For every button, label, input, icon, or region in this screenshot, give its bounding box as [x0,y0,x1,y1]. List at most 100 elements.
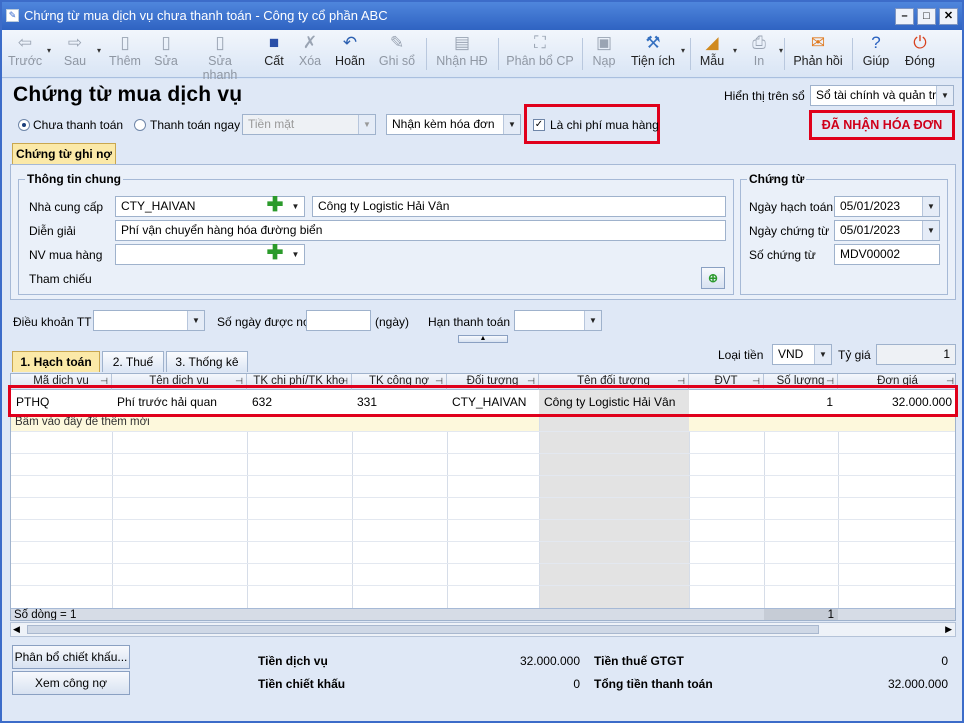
add-supplier-icon[interactable]: ✚ [266,195,284,215]
credit-days-label: Số ngày được nợ [217,315,311,329]
allocate-icon: ⛶ [534,33,546,52]
utilities-button[interactable]: ⚒ Tiện ích ▾ [630,32,685,76]
help-button[interactable]: ? Giúp [858,32,894,76]
days-unit-label: (ngày) [375,315,410,329]
add-button[interactable]: ▯ Thêm [108,32,142,76]
tab-statistics[interactable]: 3. Thống kê [166,351,248,372]
scroll-left-icon[interactable]: ◀ [13,623,20,636]
invoice-mode-select[interactable]: Nhận kèm hóa đơn ▼ [386,114,521,135]
total-value: 32.000.000 [887,677,948,691]
quick-edit-icon: ▯ [215,33,225,52]
print-button[interactable]: ⎙ In ▾ [744,32,783,76]
purchase-cost-checkbox[interactable]: ✓ [533,119,545,131]
description-input[interactable]: Phí vận chuyển hàng hóa đường biển [115,220,726,241]
post-date-input[interactable]: 05/01/2023 ▼ [834,196,940,217]
pay-now-radio[interactable] [134,119,146,131]
invoice-status-badge: ĐÃ NHẬN HÓA ĐƠN [821,118,943,132]
doc-date-label: Ngày chứng từ [749,224,830,238]
undo-button[interactable]: ↶ Hoãn [332,32,368,76]
display-on-book-label: Hiển thị trên sổ [724,89,805,103]
minimize-button[interactable]: – [895,8,914,25]
chevron-down-icon[interactable]: ▼ [287,197,304,216]
readonly-column-shade [539,390,689,608]
due-date-label: Hạn thanh toán [428,315,511,329]
load-button[interactable]: ▣ Nạp [588,32,620,76]
reference-search-button[interactable]: ⊕ [701,267,725,289]
toolbar-separator [690,38,691,70]
add-row-extension [689,415,955,431]
footer-qty-total: 1 [827,609,834,621]
chevron-up-icon: ▲ [479,335,487,342]
chart-template-icon: ◢ [705,33,719,52]
chevron-down-icon[interactable]: ▼ [584,311,601,330]
chevron-down-icon[interactable]: ▼ [503,115,520,134]
undo-icon: ↶ [342,33,358,52]
next-button[interactable]: ⇨ Sau ▾ [58,32,101,76]
payment-terms-select[interactable]: ▼ [93,310,205,331]
prev-button[interactable]: ⇦ Trước ▾ [8,32,51,76]
feedback-button[interactable]: ✉ Phản hồi [790,32,846,76]
view-debt-button[interactable]: Xem công nợ [12,671,130,695]
tab-accounting[interactable]: 1. Hạch toán [12,351,100,372]
edit-doc-icon: ▯ [161,33,171,52]
row-divider [11,497,955,498]
tab-voucher[interactable]: Chứng từ ghi nợ [12,143,116,164]
row-count: Số dòng = 1 [14,609,77,621]
payment-method-select[interactable]: Tiền mặt ▼ [242,114,376,135]
template-button[interactable]: ◢ Mẫu ▾ [696,32,737,76]
discount-label: Tiền chiết khấu [258,677,346,691]
quick-edit-button[interactable]: ▯ Sửa nhanh [190,32,250,82]
edit-button[interactable]: ▯ Sửa [150,32,182,76]
delete-button[interactable]: ✗ Xóa [294,32,326,76]
chevron-down-icon[interactable]: ▼ [936,86,953,105]
scrollbar-thumb[interactable] [27,625,819,634]
app-icon: ✎ [6,9,19,22]
close-window-button[interactable]: ✕ [939,8,958,25]
add-buyer-icon[interactable]: ✚ [266,243,284,263]
toolbar-separator [498,38,499,70]
credit-days-input[interactable] [306,310,371,331]
exchange-rate-input[interactable]: 1 [876,344,956,365]
total-label: Tổng tiền thanh toán [594,677,713,691]
doc-no-input[interactable]: MDV00002 [834,244,940,265]
description-label: Diễn giải [29,224,76,238]
chevron-down-icon[interactable]: ▼ [287,245,304,264]
tools-icon: ⚒ [645,33,661,52]
doc-date-input[interactable]: 05/01/2023 ▼ [834,220,940,241]
vat-value: 0 [941,654,948,668]
allocate-discount-button[interactable]: Phân bổ chiết khấu... [12,645,130,669]
close-button[interactable]: ⏻ Đóng [900,32,940,76]
allocate-cost-button[interactable]: ⛶ Phân bổ CP [506,32,574,76]
post-button[interactable]: ✎ Ghi sổ [376,32,418,76]
window: ✎ Chứng từ mua dịch vụ chưa thanh toán -… [0,0,964,723]
horizontal-scrollbar[interactable]: ◀ ▶ [10,622,956,637]
tab-tax[interactable]: 2. Thuế [102,351,164,372]
toolbar: ⇦ Trước ▾ ⇨ Sau ▾ ▯ Thêm ▯ Sửa ▯ Sửa nhanh ■ Cất… [2,30,962,82]
toolbar-separator [582,38,583,70]
pay-now-label: Thanh toán ngay [150,118,241,132]
service-amount-label: Tiền dịch vụ [258,654,328,668]
chevron-down-icon[interactable]: ▼ [814,345,831,364]
buyer-label: NV mua hàng [29,248,103,262]
maximize-button[interactable]: □ [917,8,936,25]
unpaid-radio[interactable] [18,119,30,131]
add-row-hint[interactable]: Bấm vào đây để thêm mới [15,416,150,428]
collapse-handle[interactable]: ▲ [458,335,508,343]
unpaid-label: Chưa thanh toán [33,118,124,132]
display-on-book-select[interactable]: Sổ tài chính và quản trị ▼ [810,85,954,106]
currency-select[interactable]: VND ▼ [772,344,832,365]
chevron-down-icon[interactable]: ▼ [358,115,375,134]
due-date-select[interactable]: ▼ [514,310,602,331]
save-button[interactable]: ■ Cất [258,32,290,76]
chevron-down-icon[interactable]: ▼ [922,221,939,240]
supplier-name-input[interactable]: Công ty Logistic Hải Vân [312,196,726,217]
receive-invoice-button[interactable]: ▤ Nhận HĐ [434,32,490,76]
window-title: Chứng từ mua dịch vụ chưa thanh toán - C… [24,8,388,23]
row-divider [11,431,955,432]
scroll-right-icon[interactable]: ▶ [945,623,952,636]
col-divider [539,390,540,610]
currency-label: Loại tiền [718,348,764,362]
chevron-down-icon[interactable]: ▼ [187,311,204,330]
chevron-down-icon[interactable]: ▼ [922,197,939,216]
vat-label: Tiền thuế GTGT [594,654,684,668]
